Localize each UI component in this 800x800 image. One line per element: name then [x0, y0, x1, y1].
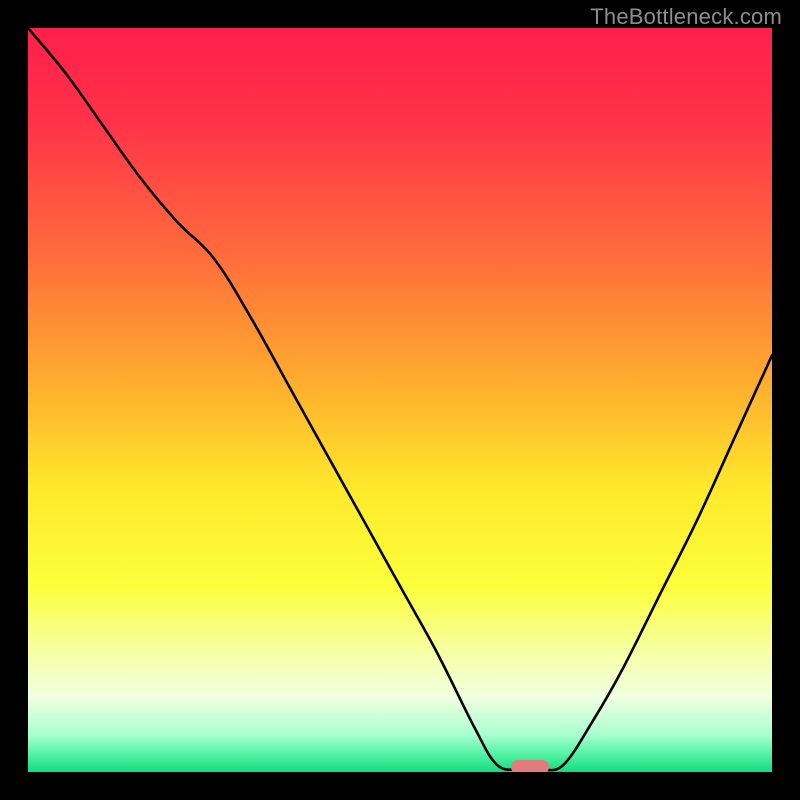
- plot-area: [28, 28, 772, 772]
- bottleneck-curve: [28, 28, 772, 772]
- watermark-text: TheBottleneck.com: [590, 4, 782, 30]
- optimal-marker: [511, 760, 549, 772]
- chart-frame: TheBottleneck.com: [0, 0, 800, 800]
